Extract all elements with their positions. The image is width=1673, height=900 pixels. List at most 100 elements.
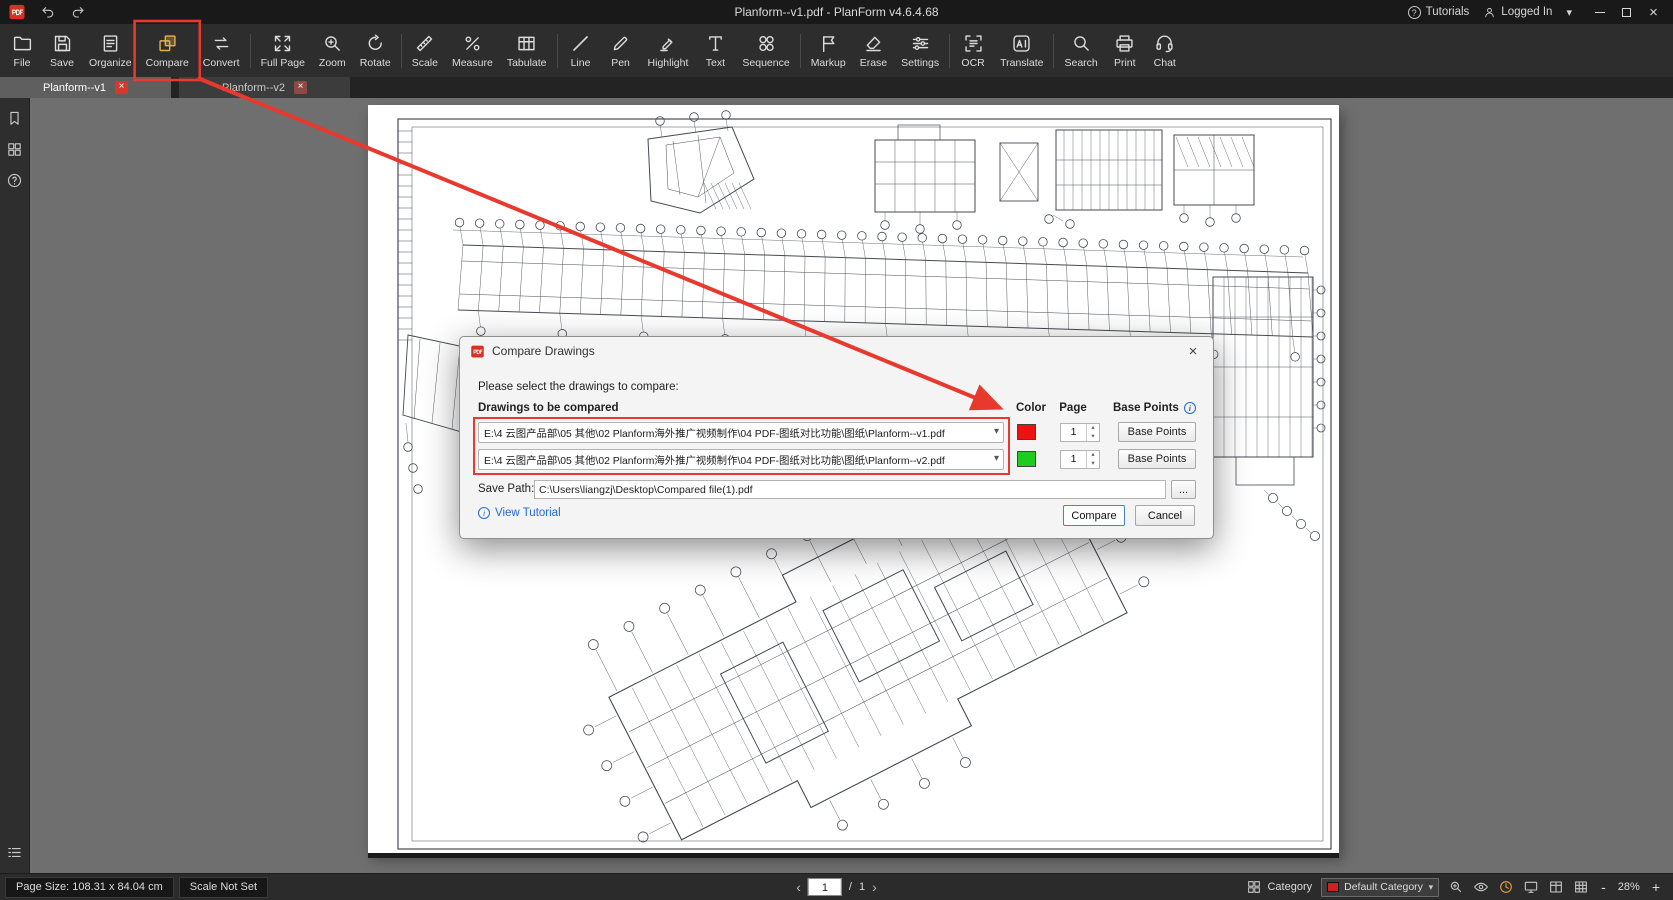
toolbar-tabulate-button[interactable]: Tabulate — [500, 24, 554, 77]
category-dropdown[interactable]: Default Category — [1321, 878, 1439, 897]
history-icon[interactable] — [1498, 879, 1514, 895]
markup-icon — [818, 33, 839, 54]
bookmark-icon[interactable] — [6, 110, 23, 127]
toolbar-label: File — [14, 57, 31, 69]
dialog-close-button[interactable] — [1183, 343, 1203, 360]
toolbar-label: Scale — [412, 57, 438, 69]
next-page-button[interactable] — [872, 879, 877, 895]
eye-icon[interactable] — [1473, 879, 1489, 895]
page-spinner-2[interactable]: 1 — [1060, 450, 1100, 469]
toolbar-file-button[interactable]: File — [2, 24, 42, 77]
minimize-button[interactable] — [1586, 0, 1613, 24]
save-icon — [52, 33, 73, 54]
toolbar-label: Search — [1064, 57, 1097, 69]
maximize-button[interactable] — [1613, 0, 1640, 24]
info-icon[interactable] — [1184, 402, 1196, 414]
toolbar-sequence-button[interactable]: Sequence — [735, 24, 796, 77]
toolbar-label: Settings — [901, 57, 939, 69]
toolbar-search-button[interactable]: Search — [1057, 24, 1104, 77]
toolbar-text-button[interactable]: Text — [695, 24, 735, 77]
spin-up-icon[interactable] — [1087, 424, 1099, 433]
zoom-in-button[interactable]: + — [1649, 879, 1663, 895]
toolbar-ocr-button[interactable]: OCR — [953, 24, 993, 77]
redo-button[interactable] — [70, 4, 86, 20]
toolbar-print-button[interactable]: Print — [1105, 24, 1145, 77]
toolbar-markup-button[interactable]: Markup — [804, 24, 853, 77]
titlebar: Planform--v1.pdf - PlanForm v4.6.4.68 Tu… — [0, 0, 1673, 24]
compare-button[interactable]: Compare — [1063, 505, 1125, 526]
view-tutorial-link[interactable]: View Tutorial — [478, 507, 561, 519]
menu-chevron-icon[interactable] — [1566, 6, 1572, 19]
toolbar-compare-button[interactable]: Compare — [139, 24, 196, 77]
color-swatch-1[interactable] — [1017, 424, 1036, 440]
monitor-icon[interactable] — [1523, 879, 1539, 895]
toolbar-rotate-button[interactable]: Rotate — [353, 24, 398, 77]
toolbar-label: Sequence — [742, 57, 789, 69]
tab-planform--v1[interactable]: Planform--v1 — [0, 77, 171, 98]
toolbar-line-button[interactable]: Line — [561, 24, 601, 77]
scale-indicator[interactable]: Scale Not Set — [179, 877, 268, 898]
tab-close-button[interactable] — [115, 81, 128, 94]
toolbar-settings-button[interactable]: Settings — [894, 24, 946, 77]
statusbar: Page Size: 108.31 x 84.04 cm Scale Not S… — [0, 873, 1673, 900]
toolbar-full-page-button[interactable]: Full Page — [254, 24, 312, 77]
organize-icon — [100, 33, 121, 54]
spin-up-icon[interactable] — [1087, 451, 1099, 460]
toolbar-convert-button[interactable]: Convert — [196, 24, 247, 77]
current-page-input[interactable]: 1 — [808, 878, 842, 896]
toolbar-label: Highlight — [648, 57, 689, 69]
view-tutorial-label: View Tutorial — [495, 507, 561, 519]
toolbar-chat-button[interactable]: Chat — [1145, 24, 1185, 77]
page-spinner-1[interactable]: 1 — [1060, 423, 1100, 442]
save-path-input[interactable] — [534, 480, 1166, 499]
zoom-level: 28% — [1618, 881, 1640, 893]
toolbar-highlight-button[interactable]: Highlight — [641, 24, 696, 77]
list-icon[interactable] — [6, 844, 23, 861]
tab-planform--v2[interactable]: Planform--v2 — [179, 77, 350, 98]
toolbar-save-button[interactable]: Save — [42, 24, 82, 77]
measure-icon — [462, 33, 483, 54]
toolbar-measure-button[interactable]: Measure — [445, 24, 500, 77]
toolbar-erase-button[interactable]: Erase — [853, 24, 894, 77]
toolbar-label: Text — [706, 57, 725, 69]
category-grid-icon — [1246, 879, 1262, 895]
close-button[interactable] — [1640, 0, 1667, 24]
spin-down-icon[interactable] — [1087, 433, 1099, 442]
drawing-path-select-1[interactable]: E:\4 云图产品部\05 其他\02 Planform海外推广视频制作\04 … — [478, 422, 1004, 443]
dialog-titlebar[interactable]: Compare Drawings — [460, 337, 1213, 365]
browse-button[interactable]: ... — [1171, 480, 1196, 499]
info-icon — [478, 507, 490, 519]
settings-icon — [910, 33, 931, 54]
highlight-icon — [657, 33, 678, 54]
prev-page-button[interactable] — [796, 879, 801, 895]
thumbnails-icon[interactable] — [6, 141, 23, 158]
tab-bar: Planform--v1 Planform--v2 — [0, 77, 1673, 98]
toolbar-organize-button[interactable]: Organize — [82, 24, 139, 77]
base-points-button-2[interactable]: Base Points — [1118, 449, 1196, 469]
zoom-icon — [322, 33, 343, 54]
login-status[interactable]: Logged In — [1483, 6, 1552, 19]
section-label: Drawings to be compared — [478, 402, 619, 414]
tutorials-button[interactable]: Tutorials — [1408, 6, 1470, 19]
toolbar-separator — [401, 34, 402, 68]
tab-close-button[interactable] — [294, 81, 307, 94]
toolbar-pen-button[interactable]: Pen — [601, 24, 641, 77]
undo-button[interactable] — [40, 4, 56, 20]
color-swatch-2[interactable] — [1017, 451, 1036, 467]
cancel-button[interactable]: Cancel — [1135, 505, 1195, 526]
grid-view-icon[interactable] — [1573, 879, 1589, 895]
chat-icon — [1154, 33, 1175, 54]
help-icon[interactable] — [6, 172, 23, 189]
toolbar-translate-button[interactable]: Translate — [993, 24, 1050, 77]
spin-down-icon[interactable] — [1087, 460, 1099, 469]
toolbar-zoom-button[interactable]: Zoom — [312, 24, 353, 77]
pdf-logo-icon — [8, 3, 26, 21]
base-points-button-1[interactable]: Base Points — [1118, 422, 1196, 442]
zoom-area-icon[interactable] — [1448, 879, 1464, 895]
zoom-out-button[interactable]: - — [1598, 879, 1609, 895]
toolbar-label: Rotate — [360, 57, 391, 69]
drawing-path-select-2[interactable]: E:\4 云图产品部\05 其他\02 Planform海外推广视频制作\04 … — [478, 449, 1004, 470]
table-view-icon[interactable] — [1548, 879, 1564, 895]
toolbar-label: Translate — [1000, 57, 1043, 69]
toolbar-scale-button[interactable]: Scale — [405, 24, 445, 77]
